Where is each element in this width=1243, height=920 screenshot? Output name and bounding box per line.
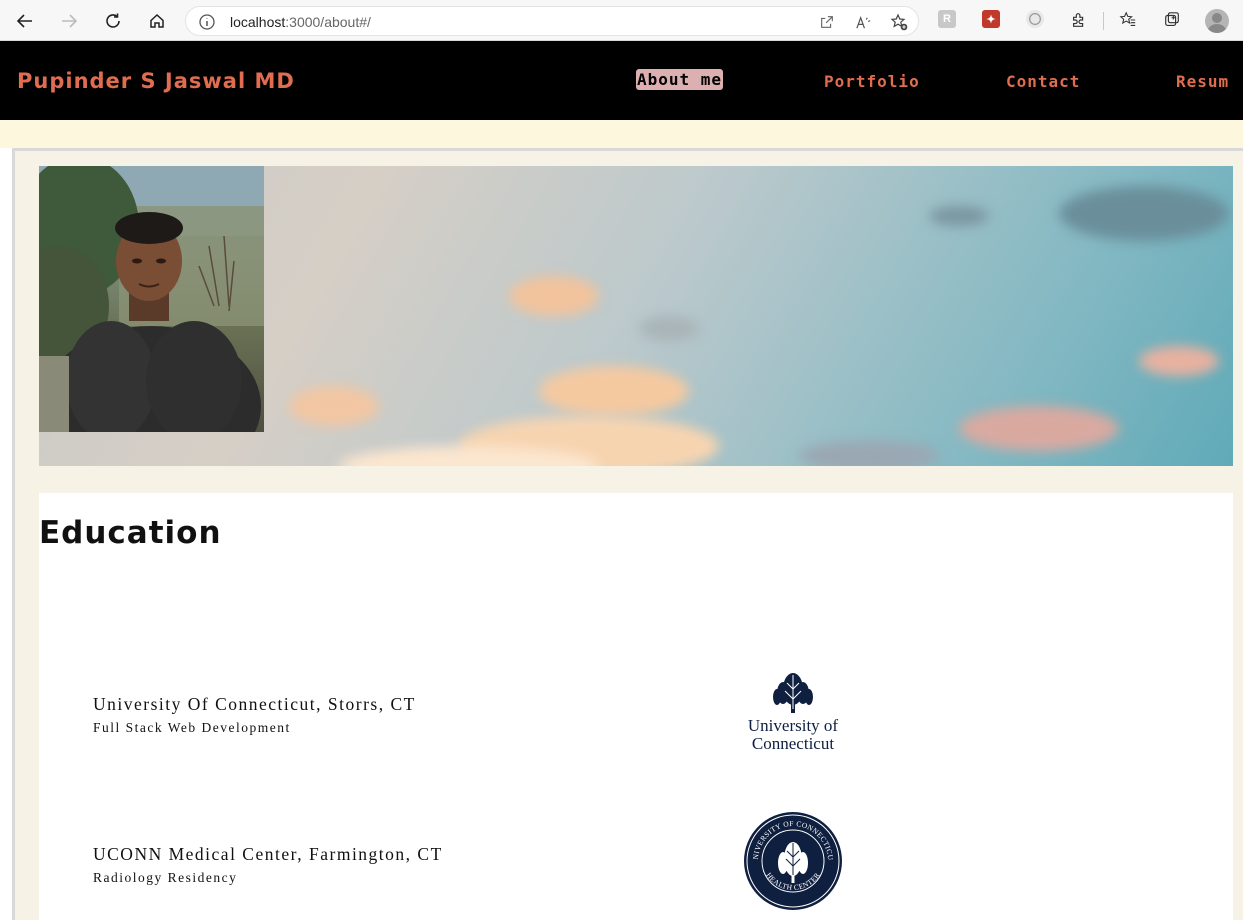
refresh-button[interactable] (99, 7, 127, 35)
favorites-icon[interactable] (1118, 10, 1138, 30)
extension-red-icon[interactable]: ✦ (982, 10, 1000, 28)
read-aloud-icon[interactable] (854, 13, 872, 31)
site-navbar: Pupinder S Jaswal MD About me Portfolio … (0, 41, 1243, 120)
toolbar-divider (1103, 12, 1104, 30)
forward-arrow-icon (62, 14, 78, 28)
address-bar[interactable]: localhost:3000/about#/ (185, 6, 919, 36)
program-fullstack: Full Stack Web Development (93, 720, 291, 735)
back-arrow-icon (16, 14, 32, 28)
forward-button[interactable] (55, 7, 83, 35)
home-icon (150, 13, 164, 28)
uconn-health-seal: UNIVERSITY OF CONNECTICUT HEALTH CENTER (740, 804, 843, 911)
nav-link-portfolio[interactable]: Portfolio (824, 72, 920, 91)
extension-r-icon[interactable]: R (938, 10, 956, 28)
education-heading: Education (39, 515, 222, 551)
site-brand[interactable]: Pupinder S Jaswal MD (17, 69, 295, 93)
page-top-band (0, 120, 1243, 148)
extensions-puzzle-icon[interactable] (1069, 10, 1089, 30)
uconn-leaf-icon: University of Connecticut (748, 673, 839, 753)
nav-link-about[interactable]: About me (636, 69, 724, 90)
program-radiology: Radiology Residency (93, 870, 238, 885)
profile-avatar-icon[interactable] (1205, 9, 1229, 33)
address-url[interactable]: localhost:3000/about#/ (230, 14, 371, 30)
home-button[interactable] (143, 7, 171, 35)
nav-link-contact[interactable]: Contact (1006, 72, 1080, 91)
svg-text:Connecticut: Connecticut (752, 734, 834, 753)
collections-icon[interactable] (1162, 10, 1182, 30)
back-button[interactable] (11, 7, 39, 35)
extension-circle-icon[interactable] (1026, 10, 1044, 28)
education-section: Education University Of Connecticut, Sto… (39, 493, 1233, 920)
svg-text:University of: University of (748, 716, 839, 735)
site-info-icon[interactable] (198, 13, 216, 31)
uconn-health-seal-icon: UNIVERSITY OF CONNECTICUT HEALTH CENTER (740, 804, 842, 910)
school-name-uconn-medical: UCONN Medical Center, Farmington, CT (93, 844, 443, 864)
profile-photo (39, 166, 264, 432)
open-external-icon[interactable] (818, 13, 836, 31)
nav-link-resume[interactable]: Resum (1176, 72, 1229, 91)
refresh-icon (106, 13, 120, 28)
browser-toolbar: localhost:3000/about#/ R ✦ (0, 0, 1243, 41)
add-favorite-icon[interactable] (890, 13, 908, 31)
uconn-logo: University of Connecticut (739, 669, 849, 754)
school-name-uconn: University Of Connecticut, Storrs, CT (93, 694, 416, 714)
